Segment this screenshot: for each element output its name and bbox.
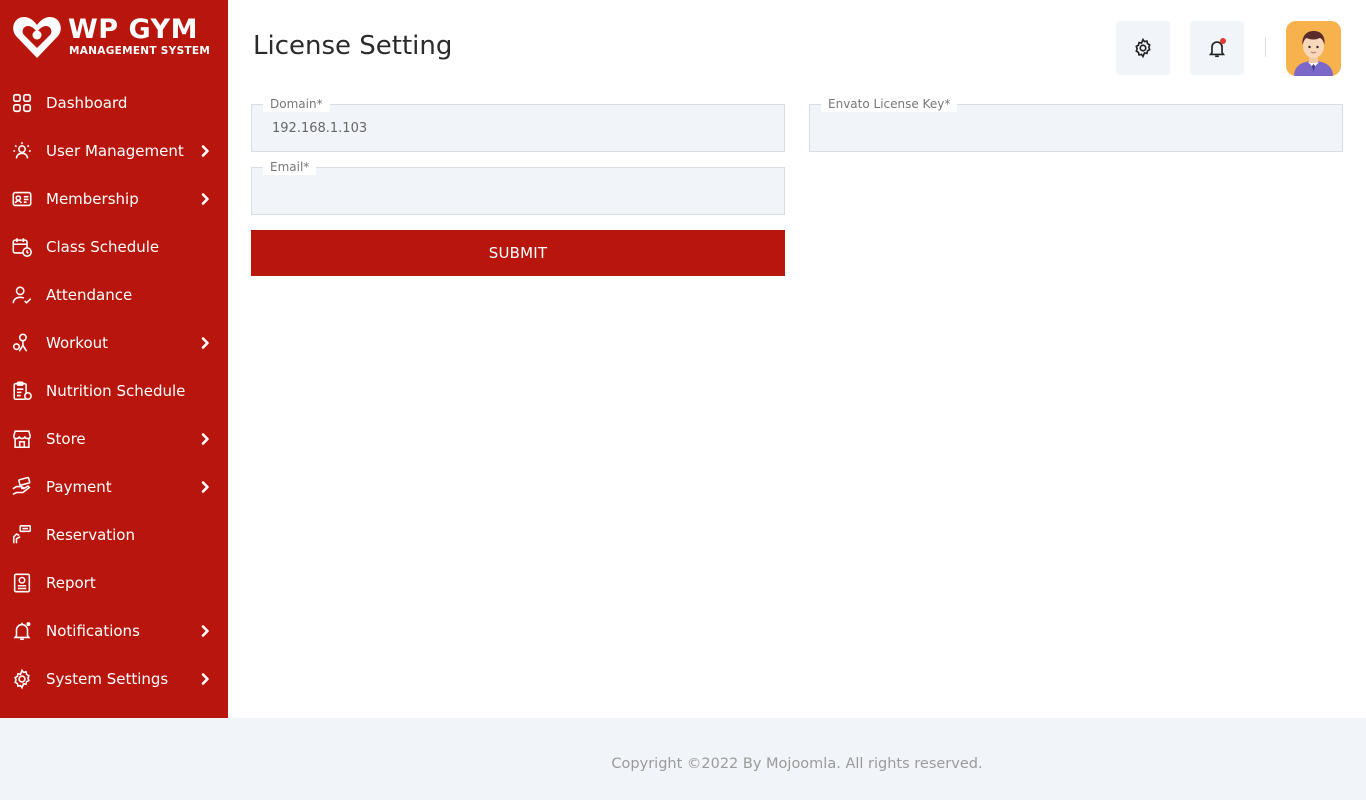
report-icon [11, 572, 33, 594]
store-icon [11, 428, 33, 450]
user-check-icon [11, 284, 33, 306]
header-divider [1265, 37, 1266, 57]
sidebar-item-label: Nutrition Schedule [46, 382, 186, 400]
workout-icon [11, 332, 33, 354]
chevron-right-icon [198, 192, 212, 206]
sidebar-item-workout[interactable]: Workout [0, 319, 228, 367]
user-management-icon [11, 140, 33, 162]
sidebar-item-label: System Settings [46, 670, 169, 688]
sidebar-item-dashboard[interactable]: Dashboard [0, 79, 228, 127]
brand-title: WP GYM [68, 14, 198, 45]
sidebar: WP GYM MANAGEMENT SYSTEM Dashboard User … [0, 0, 228, 718]
license-key-input[interactable] [810, 105, 1342, 151]
license-key-field: Envato License Key* [809, 97, 1343, 152]
membership-card-icon [11, 188, 33, 210]
email-field: Email* [251, 160, 785, 215]
brand-subtitle: MANAGEMENT SYSTEM [69, 45, 211, 57]
sidebar-item-store[interactable]: Store [0, 415, 228, 463]
reservation-icon [11, 524, 33, 546]
sidebar-item-user-management[interactable]: User Management [0, 127, 228, 175]
sidebar-item-reservation[interactable]: Reservation [0, 511, 228, 559]
sidebar-item-label: Dashboard [46, 94, 128, 112]
sidebar-item-label: Store [46, 430, 86, 448]
nutrition-clipboard-icon [11, 380, 33, 402]
chevron-right-icon [198, 624, 212, 638]
sidebar-item-label: Membership [46, 190, 139, 208]
sidebar-item-label: Class Schedule [46, 238, 160, 256]
payment-hand-icon [11, 476, 33, 498]
chevron-right-icon [198, 432, 212, 446]
gear-icon [11, 668, 33, 690]
sidebar-item-report[interactable]: Report [0, 559, 228, 607]
sidebar-item-attendance[interactable]: Attendance [0, 271, 228, 319]
sidebar-nav: Dashboard User Management Membership Cla… [0, 79, 228, 703]
sidebar-item-label: User Management [46, 142, 184, 160]
settings-button[interactable] [1116, 21, 1170, 75]
sidebar-item-notifications[interactable]: Notifications [0, 607, 228, 655]
page-title: License Setting [253, 31, 453, 61]
calendar-clock-icon [11, 236, 33, 258]
submit-button[interactable]: SUBMIT [251, 230, 785, 276]
chevron-right-icon [198, 672, 212, 686]
footer: Copyright ©2022 By Mojoomla. All rights … [0, 718, 1366, 800]
sidebar-item-label: Payment [46, 478, 112, 496]
avatar[interactable] [1286, 21, 1341, 76]
sidebar-item-class-schedule[interactable]: Class Schedule [0, 223, 228, 271]
sidebar-item-label: Report [46, 574, 96, 592]
notifications-button[interactable] [1190, 21, 1244, 75]
sidebar-item-label: Notifications [46, 622, 140, 640]
sidebar-item-membership[interactable]: Membership [0, 175, 228, 223]
email-input[interactable] [252, 168, 784, 214]
sidebar-item-system-settings[interactable]: System Settings [0, 655, 228, 703]
domain-input[interactable] [252, 105, 784, 151]
sidebar-item-label: Attendance [46, 286, 133, 304]
sidebar-item-label: Workout [46, 334, 109, 352]
sidebar-item-label: Reservation [46, 526, 135, 544]
sidebar-item-nutrition-schedule[interactable]: Nutrition Schedule [0, 367, 228, 415]
user-avatar-icon [1286, 21, 1341, 76]
domain-field: Domain* [251, 97, 785, 152]
sidebar-item-payment[interactable]: Payment [0, 463, 228, 511]
heart-logo-icon [13, 17, 61, 58]
chevron-right-icon [198, 336, 212, 350]
copyright-text: Copyright ©2022 By Mojoomla. All rights … [611, 756, 983, 772]
notification-dot [1220, 38, 1226, 44]
bell-icon [11, 620, 33, 642]
chevron-right-icon [198, 144, 212, 158]
gear-icon [1135, 37, 1151, 59]
dashboard-icon [11, 92, 33, 114]
chevron-right-icon [198, 480, 212, 494]
brand-logo[interactable]: WP GYM MANAGEMENT SYSTEM [12, 14, 222, 62]
